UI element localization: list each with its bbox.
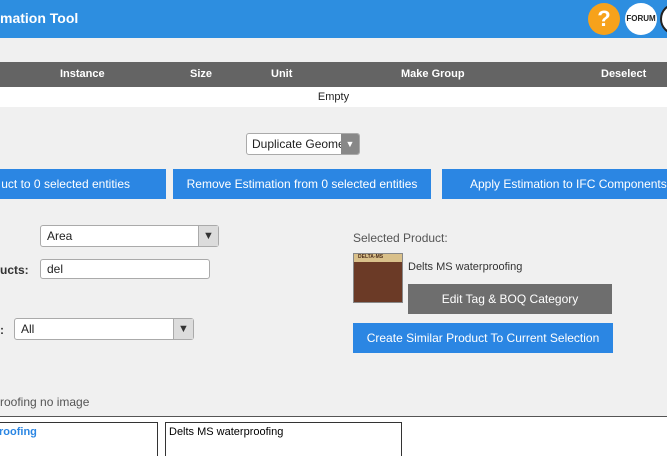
- column-size: Size: [190, 68, 213, 80]
- table-empty-row: Empty: [0, 87, 667, 107]
- apply-ifc-button[interactable]: Apply Estimation to IFC Components: [442, 169, 667, 199]
- selected-product-name: Delts MS waterproofing: [408, 261, 523, 273]
- unit-select[interactable]: Area ▼: [40, 225, 219, 247]
- chevron-down-icon: ▼: [198, 226, 218, 246]
- entity-table-header: Instance Size Unit Make Group Deselect: [0, 62, 667, 87]
- chevron-down-icon: ▼: [173, 319, 193, 339]
- remove-estimation-button[interactable]: Remove Estimation from 0 selected entiti…: [173, 169, 431, 199]
- product-search-input[interactable]: del: [40, 259, 210, 279]
- filter-select-value: All: [21, 322, 35, 336]
- chevron-down-icon: ▼: [341, 134, 359, 154]
- results-divider: [0, 416, 667, 417]
- create-similar-product-button[interactable]: Create Similar Product To Current Select…: [353, 323, 613, 353]
- result-cell[interactable]: Delts MS waterproofing: [165, 422, 402, 456]
- app-title: mation Tool: [0, 10, 79, 26]
- forum-button[interactable]: FORUM: [625, 3, 657, 35]
- product-thumbnail: DELTA-MS: [353, 253, 403, 303]
- column-deselect: Deselect: [601, 68, 647, 80]
- column-instance: Instance: [60, 68, 105, 80]
- edit-tag-boq-button[interactable]: Edit Tag & BOQ Category: [408, 284, 612, 314]
- help-button[interactable]: ?: [588, 3, 620, 35]
- geometry-select[interactable]: Duplicate Geometry ▼: [246, 133, 360, 155]
- app-header: mation Tool ? FORUM: [0, 0, 667, 38]
- column-make-group: Make Group: [401, 68, 465, 80]
- result-cell[interactable]: roofing: [0, 422, 158, 456]
- products-label: ucts:: [0, 263, 29, 277]
- filter-select[interactable]: All ▼: [14, 318, 194, 340]
- selected-product-heading: Selected Product:: [353, 231, 448, 245]
- product-thumbnail-label: DELTA-MS: [354, 254, 402, 262]
- results-summary: roofing no image: [0, 395, 90, 409]
- column-unit: Unit: [271, 68, 293, 80]
- unit-select-value: Area: [47, 229, 73, 243]
- filter-label: :: [0, 323, 4, 337]
- apply-product-button[interactable]: uct to 0 selected entities: [0, 169, 166, 199]
- extra-header-button[interactable]: [660, 3, 667, 35]
